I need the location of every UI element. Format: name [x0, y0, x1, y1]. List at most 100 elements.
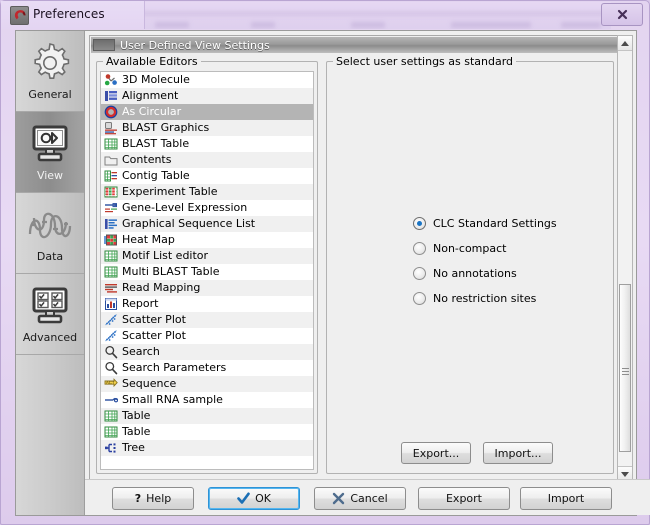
list-item[interactable]: Heat Map: [101, 232, 313, 248]
preferences-category-tabs: General View Data Advanced: [16, 31, 85, 515]
scrollbar-thumb[interactable]: [619, 284, 631, 452]
radio-option-label: No restriction sites: [433, 292, 537, 305]
x-mark-icon: [333, 492, 345, 505]
list-item-label: Scatter Plot: [122, 313, 186, 326]
sidebar-item-label: Advanced: [22, 331, 78, 344]
dna-helix-icon: [26, 203, 74, 247]
magnifier-icon: [103, 360, 119, 376]
cancel-button[interactable]: Cancel: [314, 487, 406, 510]
sidebar-item-label: General: [28, 88, 72, 101]
list-item[interactable]: Read Mapping: [101, 280, 313, 296]
check-icon: [237, 492, 250, 504]
sequence-icon: ACT: [103, 376, 119, 392]
list-item[interactable]: ACT Sequence: [101, 376, 313, 392]
help-label: Help: [146, 492, 172, 505]
list-item-label: Alignment: [122, 89, 179, 102]
list-item[interactable]: Report: [101, 296, 313, 312]
radio-option[interactable]: CLC Standard Settings: [413, 211, 557, 236]
section-header-swatch: [93, 39, 115, 51]
list-item[interactable]: Contig Table: [101, 168, 313, 184]
list-item[interactable]: Gene-Level Expression: [101, 200, 313, 216]
sidebar-item-label: View: [36, 169, 64, 182]
sidebar-item-view[interactable]: View: [16, 112, 84, 193]
list-item[interactable]: Search Parameters: [101, 360, 313, 376]
list-item[interactable]: BLAST Table: [101, 136, 313, 152]
chevron-up-icon: [621, 40, 629, 46]
list-item-label: Search Parameters: [122, 361, 227, 374]
ok-button[interactable]: OK: [208, 487, 300, 510]
list-item-label: Contents: [122, 153, 172, 166]
footer-import-button[interactable]: Import: [520, 487, 612, 510]
list-item[interactable]: Scatter Plot: [101, 328, 313, 344]
list-item[interactable]: 3D Molecule: [101, 72, 313, 88]
list-item-label: Table: [122, 409, 151, 422]
available-editors-group: Available Editors 3D Molecule Alignment As…: [96, 55, 318, 474]
table-green-icon: [103, 248, 119, 264]
preferences-window: Preferences General View Data Advanced U…: [0, 0, 650, 525]
list-item[interactable]: Tree: [101, 440, 313, 456]
sidebar-item-label: Data: [36, 250, 64, 263]
user-settings-radio-group: CLC Standard Settings Non-compact No annot…: [413, 211, 557, 311]
radio-button-icon[interactable]: [413, 217, 426, 230]
list-item[interactable]: BLAST Graphics: [101, 120, 313, 136]
list-item-label: Gene-Level Expression: [122, 201, 248, 214]
panel-import-button[interactable]: Import...: [483, 442, 553, 464]
list-item-label: As Circular: [122, 105, 182, 118]
footer-import-label: Import: [547, 492, 585, 505]
list-item-label: Search: [122, 345, 160, 358]
heatmap-icon: [103, 232, 119, 248]
radio-button-icon[interactable]: [413, 242, 426, 255]
list-item-label: Scatter Plot: [122, 329, 186, 342]
circular-icon: [103, 104, 119, 120]
scroll-up-button[interactable]: [618, 36, 632, 51]
list-item[interactable]: Graphical Sequence List: [101, 216, 313, 232]
list-item[interactable]: Experiment Table: [101, 184, 313, 200]
list-item-label: Table: [122, 425, 151, 438]
content-vertical-scrollbar[interactable]: [617, 35, 633, 481]
radio-option[interactable]: No restriction sites: [413, 286, 557, 311]
list-item-label: Heat Map: [122, 233, 175, 246]
list-item[interactable]: Table: [101, 424, 313, 440]
ok-label: OK: [255, 492, 271, 505]
table-green-icon: [103, 136, 119, 152]
list-item[interactable]: Search: [101, 344, 313, 360]
list-item[interactable]: Multi BLAST Table: [101, 264, 313, 280]
user-settings-group: Select user settings as standard CLC Sta…: [326, 55, 614, 474]
available-editors-list[interactable]: 3D Molecule Alignment As Circular BLAST Gra…: [100, 71, 314, 470]
contig-table-icon: [103, 168, 119, 184]
window-frame: Preferences General View Data Advanced U…: [0, 0, 650, 525]
svg-text:ACT: ACT: [106, 380, 115, 385]
list-item[interactable]: Scatter Plot: [101, 312, 313, 328]
list-item-label: BLAST Graphics: [122, 121, 210, 134]
radio-button-icon[interactable]: [413, 267, 426, 280]
sidebar-item-advanced[interactable]: Advanced: [16, 274, 84, 355]
scrollbar-grip-icon: [621, 367, 629, 369]
footer-export-button[interactable]: Export: [418, 487, 510, 510]
radio-option[interactable]: No annotations: [413, 261, 557, 286]
footer-export-label: Export: [445, 492, 482, 505]
scatter-plot-icon: [103, 328, 119, 344]
list-item[interactable]: Motif List editor: [101, 248, 313, 264]
table-green-icon: [103, 424, 119, 440]
gene-expression-icon: [103, 200, 119, 216]
list-item[interactable]: As Circular: [101, 104, 313, 120]
list-item[interactable]: Contents: [101, 152, 313, 168]
list-item[interactable]: Small RNA sample: [101, 392, 313, 408]
sidebar-item-data[interactable]: Data: [16, 193, 84, 274]
radio-button-icon[interactable]: [413, 292, 426, 305]
report-icon: [103, 296, 119, 312]
radio-option-label: CLC Standard Settings: [433, 217, 557, 230]
radio-option[interactable]: Non-compact: [413, 236, 557, 261]
list-item[interactable]: Table: [101, 408, 313, 424]
sidebar-item-general[interactable]: General: [16, 31, 84, 112]
close-icon: [617, 9, 627, 20]
close-button[interactable]: [601, 3, 643, 26]
list-item-label: Graphical Sequence List: [122, 217, 256, 230]
question-mark-icon: ?: [134, 492, 142, 505]
view-settings-scrollpane: User Defined View Settings Available Edi…: [89, 35, 620, 481]
help-button[interactable]: ? Help: [112, 487, 194, 510]
list-item[interactable]: Alignment: [101, 88, 313, 104]
tree-icon: [103, 440, 119, 456]
panel-export-button[interactable]: Export...: [401, 442, 471, 464]
graphical-seq-list-icon: [103, 216, 119, 232]
